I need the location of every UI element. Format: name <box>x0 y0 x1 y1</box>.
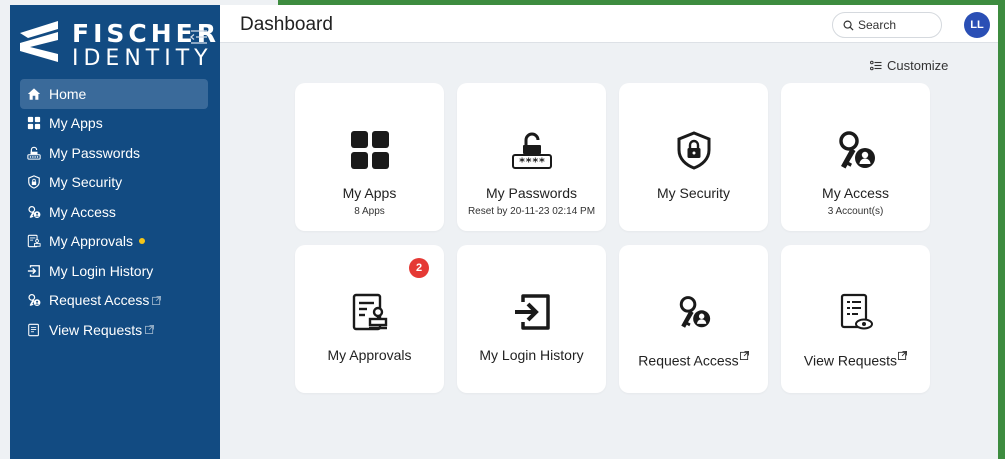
card-title: My Security <box>656 185 731 201</box>
external-link-icon <box>739 347 749 363</box>
sidebar-item-label: My Apps <box>49 115 103 132</box>
card-title-wrap: Request Access <box>619 347 768 369</box>
card-title: My Apps <box>342 185 397 201</box>
key-user-icon <box>672 290 716 334</box>
external-link-icon <box>898 347 908 363</box>
pending-approval-dot <box>139 238 146 245</box>
card-subtitle: 8 Apps <box>354 206 385 217</box>
brand-line2: IDENTITY <box>72 46 213 71</box>
sidebar-item-my-passwords[interactable]: My Passwords <box>20 138 208 168</box>
sidebar-item-my-login-history[interactable]: My Login History <box>20 256 208 286</box>
external-link-icon <box>145 325 155 335</box>
key-user-icon <box>26 292 42 308</box>
card-title: My Approvals <box>327 347 412 363</box>
shield-lock-icon <box>672 128 716 172</box>
sidebar-item-label: My Security <box>49 174 123 191</box>
grid-icon <box>26 115 42 131</box>
page-title: Dashboard <box>240 14 333 35</box>
sidebar-item-label: Request Access <box>49 292 150 309</box>
right-accent-border <box>998 5 1005 459</box>
notification-badge: 2 <box>409 258 429 278</box>
grid-icon <box>348 128 392 172</box>
sidebar-item-label: My Approvals <box>49 233 134 250</box>
sidebar: FISCHER IDENTITY Home My Apps My Passwor… <box>10 5 220 459</box>
customize-button[interactable]: Customize <box>870 58 948 73</box>
card-my-passwords[interactable]: **** My Passwords Reset by 20-11-23 02:1… <box>457 83 606 231</box>
card-title-wrap: View Requests <box>781 347 930 369</box>
sidebar-item-my-approvals[interactable]: My Approvals <box>20 227 208 257</box>
key-user-icon <box>834 128 878 172</box>
sidebar-item-my-access[interactable]: My Access <box>20 197 208 227</box>
logo-mark-icon <box>20 21 58 62</box>
card-my-apps[interactable]: My Apps 8 Apps <box>295 83 444 231</box>
sidebar-item-label: View Requests <box>49 321 143 338</box>
avatar[interactable]: LL <box>964 12 990 38</box>
main-content: Dashboard Search LL Customize My Apps 8 … <box>220 5 998 459</box>
login-icon <box>510 290 554 334</box>
svg-text:****: **** <box>518 156 545 169</box>
card-my-approvals[interactable]: 2 My Approvals <box>295 245 444 393</box>
sidebar-item-my-apps[interactable]: My Apps <box>20 109 208 139</box>
key-user-icon <box>26 204 42 220</box>
sidebar-item-my-security[interactable]: My Security <box>20 168 208 198</box>
card-title: My Access <box>822 185 889 201</box>
sidebar-nav: Home My Apps My Passwords My Security My… <box>20 79 208 345</box>
brand-logo[interactable]: FISCHER IDENTITY <box>18 17 218 71</box>
card-subtitle: 3 Account(s) <box>827 206 884 217</box>
sidebar-item-home[interactable]: Home <box>20 79 208 109</box>
approval-icon <box>348 290 392 334</box>
customize-label: Customize <box>887 58 949 73</box>
sidebar-item-label: My Login History <box>49 262 154 279</box>
search-icon <box>843 20 854 31</box>
search-placeholder: Search <box>858 18 897 32</box>
card-subtitle: Reset by 20-11-23 02:14 PM <box>467 206 596 217</box>
card-request-access[interactable]: Request Access <box>619 245 768 393</box>
view-requests-icon <box>834 290 878 334</box>
sidebar-item-request-access[interactable]: Request Access <box>20 286 208 316</box>
password-lock-icon <box>26 145 42 161</box>
card-title: My Passwords <box>485 185 578 201</box>
home-icon <box>26 86 42 102</box>
search-input[interactable]: Search <box>832 12 942 38</box>
collapse-menu-icon <box>189 30 207 44</box>
collapse-sidebar-button[interactable] <box>189 29 208 45</box>
card-my-login-history[interactable]: My Login History <box>457 245 606 393</box>
login-icon <box>26 263 42 279</box>
external-link-icon <box>152 295 162 305</box>
card-title: Request Access <box>638 352 739 369</box>
sidebar-item-label: Home <box>49 85 87 102</box>
card-my-security[interactable]: My Security <box>619 83 768 231</box>
approval-icon <box>26 233 42 249</box>
top-header: Dashboard Search LL <box>220 5 998 43</box>
sidebar-item-label: My Passwords <box>49 144 141 161</box>
sidebar-item-label: My Access <box>49 203 116 220</box>
sidebar-item-view-requests[interactable]: View Requests <box>20 315 208 345</box>
card-title: My Login History <box>479 347 584 363</box>
card-title: View Requests <box>803 352 898 369</box>
password-lock-icon: **** <box>510 128 554 172</box>
card-view-requests[interactable]: View Requests <box>781 245 930 393</box>
card-my-access[interactable]: My Access 3 Account(s) <box>781 83 930 231</box>
view-requests-icon <box>26 322 42 338</box>
shield-lock-icon <box>26 174 42 190</box>
customize-list-icon <box>870 60 882 70</box>
